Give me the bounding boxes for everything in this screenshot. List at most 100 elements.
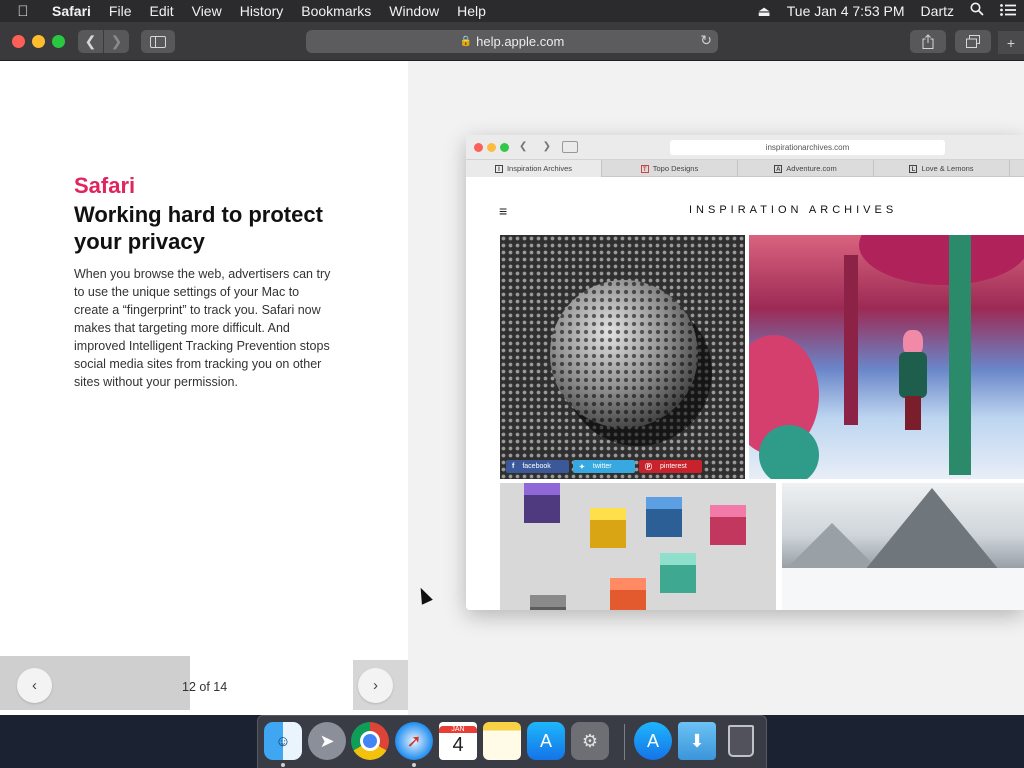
lock-icon: 🔒 xyxy=(459,36,473,47)
eject-icon[interactable]: ⏏ xyxy=(750,0,779,22)
twitter-share-button: ✦ twitter xyxy=(573,460,635,473)
cube-graphic xyxy=(660,553,696,593)
illustration-tab-bar: I Inspiration Archives T Topo Designs A Adv… xyxy=(466,160,1024,177)
menu-user[interactable]: Dartz xyxy=(913,0,962,22)
cube-graphic xyxy=(610,578,646,610)
trash-icon[interactable] xyxy=(722,722,760,760)
social-share-bar: f facebook ✦ twitter Ⓟpinterest xyxy=(506,460,702,473)
illustration-zoom-dot xyxy=(500,143,509,152)
web-page: Safari Working hard to protect your priv… xyxy=(0,61,1024,715)
calendar-month: JAN xyxy=(439,725,477,733)
illustration-tab-label: Love & Lemons xyxy=(921,164,974,173)
illustration-tab-label: Adventure.com xyxy=(786,164,837,173)
close-window-button[interactable] xyxy=(12,35,25,48)
chevron-left-icon: ❮ xyxy=(84,33,97,49)
app-store-icon[interactable]: A xyxy=(527,722,565,760)
feature-app-name: Safari xyxy=(74,173,136,198)
next-slide-button[interactable]: › xyxy=(358,668,393,703)
calendar-day: 4 xyxy=(452,733,464,756)
illustration-url: inspirationarchives.com xyxy=(765,143,850,152)
illustration-tab-label: Inspiration Archives xyxy=(506,164,573,173)
pinterest-label: pinterest xyxy=(660,463,687,470)
illustration-site-title: INSPIRATION ARCHIVES xyxy=(689,204,898,216)
new-tab-button[interactable]: + xyxy=(998,31,1024,54)
cube-graphic xyxy=(590,508,626,548)
sidebar-icon xyxy=(562,141,578,153)
cube-graphic xyxy=(646,497,682,537)
menu-app-safari[interactable]: Safari xyxy=(46,0,100,22)
tree-trunk xyxy=(949,235,971,475)
address-bar[interactable]: 🔒 help.apple.com ↻ xyxy=(306,30,718,53)
menu-file[interactable]: File xyxy=(100,0,141,22)
previous-slide-button[interactable]: ‹ xyxy=(17,668,52,703)
favicon-icon: I xyxy=(494,164,503,173)
menu-help[interactable]: Help xyxy=(448,0,495,22)
menu-window[interactable]: Window xyxy=(380,0,448,22)
notes-icon[interactable] xyxy=(483,722,521,760)
share-icon xyxy=(922,34,934,49)
calendar-icon[interactable]: JAN 4 xyxy=(439,722,477,760)
foliage-shape xyxy=(859,235,1024,285)
menu-edit[interactable]: Edit xyxy=(140,0,182,22)
running-indicator xyxy=(281,763,285,767)
pinterest-share-button: Ⓟpinterest xyxy=(639,460,702,473)
chevron-right-icon: ❯ xyxy=(542,141,551,152)
share-button[interactable] xyxy=(910,30,946,53)
tab-overview-button[interactable] xyxy=(955,30,991,53)
pinterest-icon: Ⓟ xyxy=(645,463,652,471)
minimize-window-button[interactable] xyxy=(32,35,45,48)
feature-description: When you browse the web, advertisers can… xyxy=(74,267,331,389)
dock-separator xyxy=(624,724,625,760)
downloads-folder-icon[interactable]: ⬇ xyxy=(678,722,716,760)
plus-icon: + xyxy=(1006,34,1016,51)
favicon-icon: A xyxy=(774,164,783,173)
cube-graphic xyxy=(710,505,746,545)
app-store-icon[interactable]: A xyxy=(634,722,672,760)
reload-icon[interactable]: ↻ xyxy=(700,32,712,49)
chevron-left-icon: ❮ xyxy=(519,141,528,152)
twitter-label: twitter xyxy=(592,463,612,470)
system-preferences-icon[interactable]: ⚙ xyxy=(571,722,609,760)
finder-icon[interactable]: ☺ xyxy=(264,722,302,760)
spotlight-search-icon[interactable] xyxy=(962,0,992,22)
safari-screenshot-illustration: ❮ ❯ inspirationarchives.com I Inspiration … xyxy=(466,135,1024,610)
illustration-page: ≡ INSPIRATION ARCHIVES f facebook ✦ twitte… xyxy=(466,177,1024,610)
sidebar-icon xyxy=(150,35,166,48)
slide-pager: ‹ 12 of 14 › xyxy=(0,656,410,710)
launchpad-icon[interactable]: ➤ xyxy=(308,722,346,760)
illustration-tab: T Topo Designs xyxy=(602,160,738,177)
colored-cubes-image xyxy=(500,483,776,610)
back-button[interactable]: ❮ xyxy=(78,30,103,53)
illustration-tab: I Inspiration Archives xyxy=(466,160,602,177)
apple-menu-icon[interactable]:  xyxy=(0,3,46,20)
illustration-close-dot xyxy=(474,143,483,152)
walking-person-figure xyxy=(899,330,927,430)
illustration-tab: L Love & Lemons xyxy=(874,160,1010,177)
illustration-nav-buttons: ❮ ❯ xyxy=(519,141,551,154)
illustration-tab: A Adventure.com xyxy=(738,160,874,177)
notification-center-icon[interactable] xyxy=(992,0,1024,22)
chevron-left-icon: ‹ xyxy=(32,677,37,694)
menu-history[interactable]: History xyxy=(231,0,293,22)
forest-illustration-image xyxy=(749,235,1024,479)
hamburger-menu-icon: ≡ xyxy=(499,203,508,219)
sidebar-toggle-button[interactable] xyxy=(141,30,175,53)
illustration-tab-label: Topo Designs xyxy=(652,164,699,173)
illustration-minimize-dot xyxy=(487,143,496,152)
zoom-window-button[interactable] xyxy=(52,35,65,48)
cube-graphic xyxy=(524,483,560,523)
cube-graphic xyxy=(530,595,566,610)
facebook-share-button: f facebook xyxy=(506,460,569,473)
chrome-icon[interactable] xyxy=(351,722,389,760)
dotted-sphere-image: f facebook ✦ twitter Ⓟpinterest xyxy=(500,235,745,479)
menu-bookmarks[interactable]: Bookmarks xyxy=(292,0,380,22)
slide-counter: 12 of 14 xyxy=(182,680,228,694)
menu-clock[interactable]: Tue Jan 4 7:53 PM xyxy=(779,0,913,22)
tab-overview-icon xyxy=(966,35,980,48)
forward-button[interactable]: ❯ xyxy=(104,30,129,53)
menu-view[interactable]: View xyxy=(183,0,231,22)
illustration-address-bar: inspirationarchives.com xyxy=(670,140,945,155)
sphere-graphic xyxy=(550,280,698,428)
safari-icon[interactable]: ➚ xyxy=(395,722,433,760)
illustration-toolbar: ❮ ❯ inspirationarchives.com xyxy=(466,135,1024,160)
